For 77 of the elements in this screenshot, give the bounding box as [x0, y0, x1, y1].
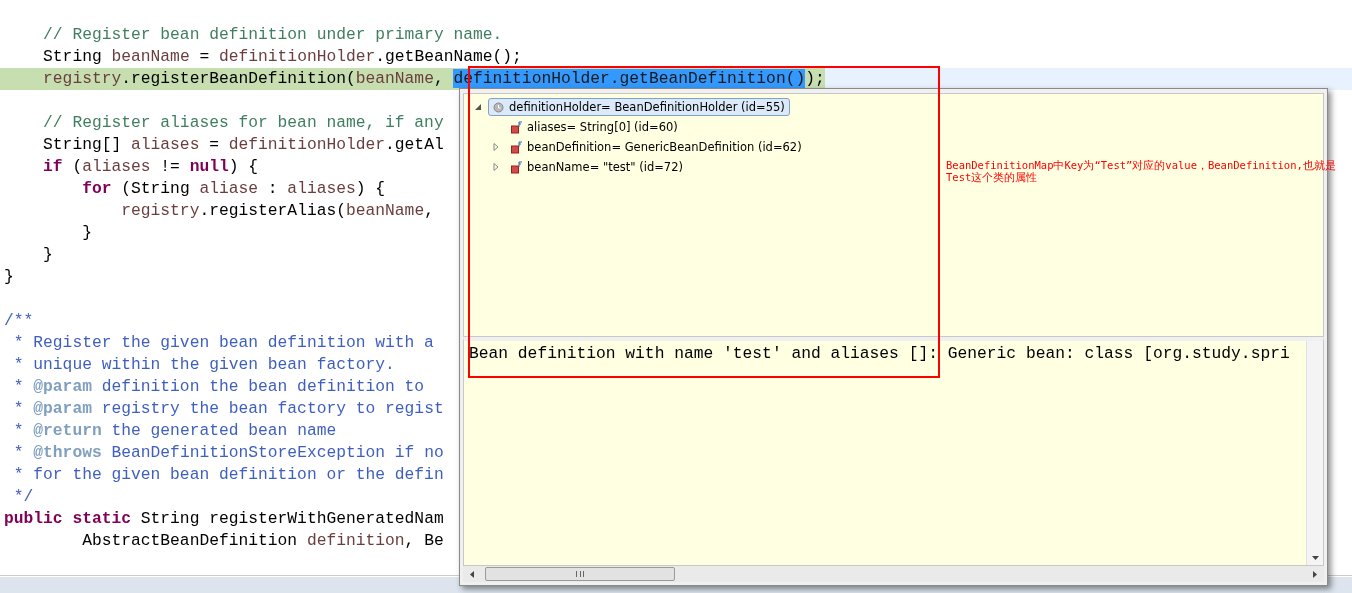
variable-name: registry — [120, 201, 200, 220]
keyword: public static — [4, 509, 131, 528]
code-text: .registerBeanDefinition( — [121, 69, 356, 88]
code-text: .registerAlias( — [199, 201, 346, 220]
code-text: .getBeanName(); — [375, 47, 522, 66]
variable-name: aliases — [82, 157, 151, 176]
keyword: for — [81, 179, 112, 198]
field-icon — [511, 160, 522, 174]
variable-name: beanName — [355, 69, 434, 88]
variable-name: definition — [306, 531, 405, 550]
variable-name: definitionHolder — [218, 47, 376, 66]
variable-tree-item[interactable]: beanDefinition= GenericBeanDefinition (id=62) — [506, 138, 807, 156]
doc-comment: * — [12, 443, 25, 462]
variable-tree-item[interactable]: aliases= String[0] (id=60) — [506, 118, 683, 136]
doc-comment: * Register the given bean definition with a — [12, 333, 434, 352]
code-text: != — [159, 157, 181, 176]
variable-name: aliases — [131, 135, 200, 154]
code-text: String registerWithGeneratedNam — [139, 509, 444, 528]
variable-name: aliases — [287, 179, 356, 198]
doc-comment: * — [12, 399, 25, 418]
doc-comment: the generated bean name — [110, 421, 337, 440]
doc-tag: @throws — [33, 443, 102, 462]
code-text: = — [208, 135, 220, 154]
code-text: (String — [120, 179, 191, 198]
code-text: } — [81, 223, 92, 242]
doc-comment: * for the given bean definition or the defin — [12, 465, 444, 484]
variable-tree-item[interactable]: definitionHolder= BeanDefinitionHolder (id=55) — [488, 98, 790, 116]
variable-name: aliase — [199, 179, 259, 198]
doc-tag: @param — [33, 377, 92, 396]
scroll-left-icon[interactable] — [469, 569, 475, 579]
doc-tag: @return — [33, 421, 102, 440]
code-text: AbstractBeanDefinition — [81, 531, 299, 550]
collapse-icon[interactable] — [474, 103, 482, 111]
doc-comment: definition the bean definition to — [100, 377, 425, 396]
scroll-right-icon[interactable] — [1312, 569, 1318, 579]
code-text: , — [424, 201, 434, 220]
code-comment: // Register bean definition under primary name. — [42, 25, 503, 44]
code-text: .getAl — [385, 135, 444, 154]
doc-tag: @param — [33, 399, 92, 418]
variable-tree-item[interactable]: beanName= "test" (id=72) — [506, 158, 688, 176]
code-text: String[] — [42, 135, 123, 154]
keyword: null — [189, 157, 229, 176]
code-text: ); — [805, 69, 825, 88]
code-text: : — [266, 179, 279, 198]
code-text: String — [42, 47, 103, 66]
code-comment: // Register aliases for bean name, if any — [42, 113, 444, 132]
code-text: } — [42, 245, 53, 264]
doc-comment: * unique within the given bean factory. — [12, 355, 395, 374]
code-text: , — [433, 69, 445, 88]
field-icon — [511, 140, 522, 154]
doc-comment: */ — [12, 487, 34, 506]
doc-comment: * — [12, 377, 25, 396]
doc-comment: * — [12, 421, 25, 440]
expand-icon[interactable] — [492, 163, 500, 171]
vertical-scrollbar[interactable] — [1306, 341, 1323, 565]
field-icon — [511, 120, 522, 134]
doc-comment: /** — [4, 311, 34, 330]
code-text: ) { — [355, 179, 386, 198]
local-variable-icon — [493, 101, 504, 113]
variable-name: beanName — [111, 47, 190, 66]
annotation-note: BeanDefinitionMap中Key为“Test”对应的value，BeanDefinition,也就是Test这个类的属性 — [946, 159, 1337, 183]
code-text: , Be — [404, 531, 444, 550]
doc-comment: registry the bean factory to regist — [100, 399, 444, 418]
scroll-thumb[interactable] — [485, 567, 675, 581]
horizontal-scrollbar[interactable] — [463, 566, 1324, 582]
detail-text: Bean definition with name 'test' and aliases []: Generic bean: class [org.study.spri — [468, 343, 1291, 365]
code-text: ( — [71, 157, 83, 176]
code-text: = — [198, 47, 211, 66]
variable-name: registry — [42, 69, 122, 88]
expand-icon[interactable] — [492, 143, 500, 151]
keyword: if — [42, 157, 63, 176]
scroll-down-icon[interactable] — [1310, 555, 1320, 561]
doc-comment: BeanDefinitionStoreException if no — [110, 443, 444, 462]
variable-name: beanName — [346, 201, 425, 220]
code-text: ) { — [228, 157, 259, 176]
code-text: } — [4, 267, 14, 286]
variable-name: definitionHolder — [228, 135, 386, 154]
